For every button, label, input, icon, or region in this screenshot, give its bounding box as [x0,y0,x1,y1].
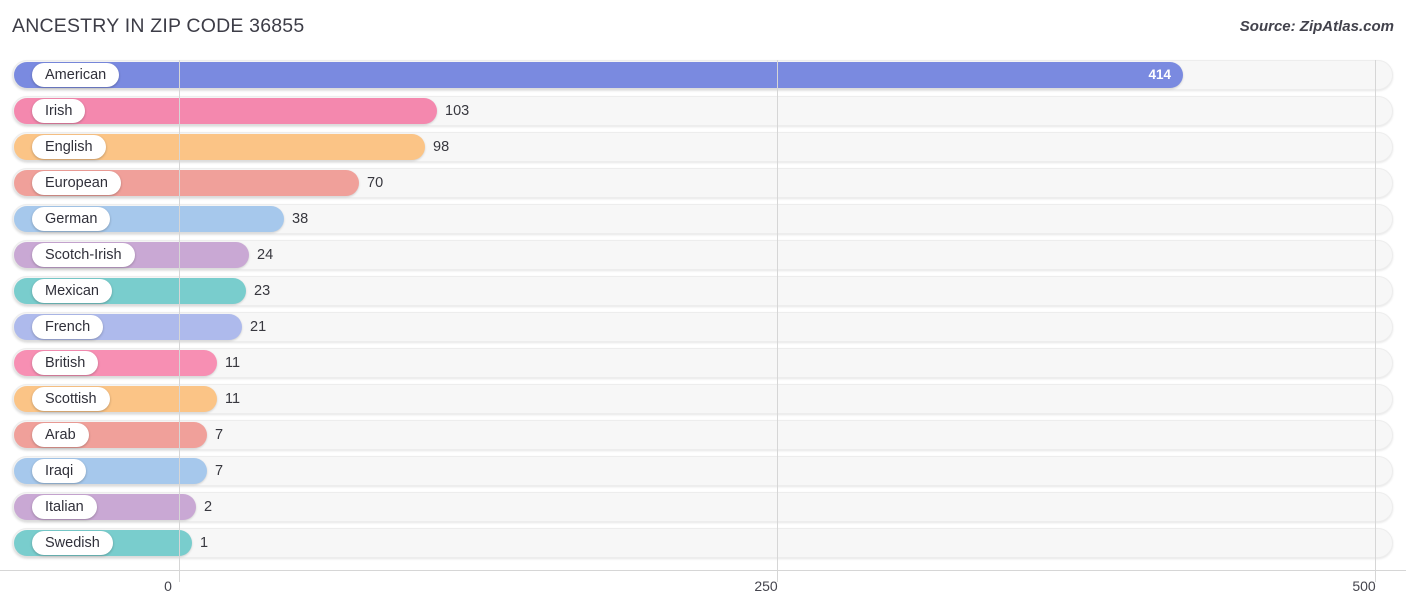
bar-value-label: 1 [200,535,209,551]
bar-value-label: 7 [215,427,224,443]
axis-tick-label: 0 [164,578,172,594]
bar-value-label: 7 [215,463,224,479]
bar-row: 414 American [0,60,1406,90]
bar-value-label: 23 [254,283,271,299]
bar-value-label: 103 [445,103,470,119]
bar-track [12,492,1393,522]
bar-value-label: 21 [250,319,267,335]
bar-row: 2 Italian [0,492,1406,522]
bar-category-label[interactable]: Scotch-Irish [32,243,135,267]
source-attribution: Source: ZipAtlas.com [1239,18,1394,35]
bar-value-label: 38 [292,211,309,227]
bar-value-label: 2 [204,499,213,515]
bar-row: 7 Iraqi [0,456,1406,486]
bar-category-label[interactable]: Arab [32,423,89,447]
bar-track [12,348,1393,378]
bar-row: 23 Mexican [0,276,1406,306]
bar[interactable]: 414 [14,62,1183,88]
bar-row: 11 British [0,348,1406,378]
axis-tick-label: 500 [1352,578,1376,594]
bar-track [12,528,1393,558]
bar-row: 1 Swedish [0,528,1406,558]
bar-category-label[interactable]: European [32,171,121,195]
bar-value-label: 98 [433,139,450,155]
bar-value-label: 24 [257,247,274,263]
bar-rows: 414 American 103 Irish 98 English 70 European 38… [0,60,1406,564]
chart-header: ANCESTRY IN ZIP CODE 36855 Source: ZipAt… [0,0,1406,56]
bar-category-label[interactable]: Scottish [32,387,110,411]
x-axis: 0 250 500 [0,570,1406,608]
bar-value-label: 11 [225,391,241,407]
bar-value-label: 414 [1148,67,1171,82]
bar-category-label[interactable]: Mexican [32,279,112,303]
bar-row: 11 Scottish [0,384,1406,414]
bar-category-label[interactable]: English [32,135,106,159]
bar-category-label[interactable]: Italian [32,495,97,519]
chart-plot-area: 414 American 103 Irish 98 English 70 European 38… [0,60,1406,570]
bar-category-label[interactable]: German [32,207,111,231]
bar-category-label[interactable]: British [32,351,99,375]
bar-row: 7 Arab [0,420,1406,450]
bar-row: 38 German [0,204,1406,234]
page-title: ANCESTRY IN ZIP CODE 36855 [12,15,305,37]
bar-row: 21 French [0,312,1406,342]
bar-row: 98 English [0,132,1406,162]
bar-category-label[interactable]: French [32,315,104,339]
bar-category-label[interactable]: Iraqi [32,459,87,483]
bar-category-label[interactable]: Swedish [32,531,113,555]
bar-row: 103 Irish [0,96,1406,126]
bar-category-label[interactable]: Irish [32,99,86,123]
bar-row: 24 Scotch-Irish [0,240,1406,270]
bar-track [12,384,1393,414]
axis-tick-label: 250 [754,578,778,594]
bar-value-label: 11 [225,355,241,371]
axis-tick-mark [179,571,180,582]
bar-category-label[interactable]: American [32,63,120,87]
bar-row: 70 European [0,168,1406,198]
bar-value-label: 70 [367,175,384,191]
